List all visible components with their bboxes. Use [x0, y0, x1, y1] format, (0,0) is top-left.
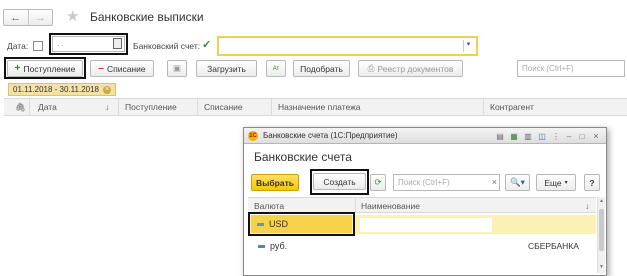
scrollbar-thumb[interactable] — [599, 209, 604, 251]
page-title: Банковские выписки — [90, 10, 204, 24]
bank-accounts-dialog: 1С Банковские счета (1С:Предприятие) ▤ ▦… — [243, 127, 607, 276]
bank-account-checkbox-checked-icon[interactable]: ✓ — [202, 38, 211, 51]
column-currency[interactable]: Валюта — [254, 201, 284, 211]
registry-button-label: Реестр документов — [377, 63, 454, 74]
column-counterparty[interactable]: Контрагент — [490, 102, 534, 112]
forward-button[interactable]: → — [27, 10, 53, 25]
bank-account-input[interactable]: ▾ — [217, 36, 478, 56]
currency-value: руб. — [270, 241, 288, 251]
scroll-up-icon[interactable]: ▲ — [599, 198, 604, 204]
name-cell — [360, 218, 492, 232]
plus-icon: + — [14, 63, 21, 74]
more-dots-icon[interactable]: ⋮ — [551, 131, 561, 141]
maximize-icon[interactable]: □ — [577, 131, 587, 141]
writeoff-button-label: Списание — [106, 63, 146, 74]
period-text: 01.11.2018 - 30.11.2018 — [13, 85, 99, 94]
favorite-star-icon[interactable]: ★ — [66, 7, 79, 25]
dialog-titlebar: 1С Банковские счета (1С:Предприятие) ▤ ▦… — [244, 128, 606, 144]
column-income[interactable]: Поступление — [125, 102, 177, 112]
copy-icon[interactable]: ▣ — [167, 60, 187, 77]
create-button[interactable]: Создать — [313, 173, 366, 190]
scrollbar[interactable]: ▲ ▼ — [597, 197, 605, 273]
app-logo-icon: 1С — [248, 131, 258, 141]
sort-arrow-icon[interactable]: ↓ — [105, 102, 109, 112]
help-button[interactable]: ? — [584, 174, 600, 191]
date-input[interactable]: . . — [52, 36, 125, 52]
name-cell: СБЕРБАНКА — [528, 241, 579, 251]
bank-account-label: Банковский счет: — [133, 41, 201, 51]
chevron-down-icon: ▾ — [564, 180, 568, 186]
printer-icon: ⎙ — [367, 63, 375, 73]
dialog-search-input[interactable]: Поиск (Ctrl+F) × — [393, 174, 500, 191]
calendar-icon[interactable] — [113, 38, 122, 49]
list-item[interactable]: руб. СБЕРБАНКА — [248, 236, 596, 255]
calculator-icon[interactable]: ▦ — [509, 131, 519, 141]
search-placeholder: Поиск (Ctrl+F) — [522, 64, 574, 73]
registry-button[interactable]: ⎙ Реестр документов — [358, 60, 463, 77]
back-button[interactable]: ← — [4, 10, 28, 25]
currency-cell-usd[interactable]: USD — [251, 215, 352, 233]
document-icon[interactable]: ▤ — [495, 131, 505, 141]
choose-button-label: Выбрать — [256, 177, 294, 188]
period-filter-badge[interactable]: 01.11.2018 - 30.11.2018 × — [8, 83, 116, 96]
attachment-icon[interactable]: 🖇 — [15, 102, 26, 113]
close-icon[interactable]: × — [591, 131, 601, 141]
search-icon[interactable]: 🔍▾ — [505, 174, 530, 191]
minus-icon: – — [98, 63, 104, 74]
select-button-label: Подобрать — [300, 63, 343, 74]
choose-button[interactable]: Выбрать — [251, 174, 299, 191]
item-marker-icon — [257, 222, 264, 226]
select-button[interactable]: Подобрать — [293, 60, 350, 77]
column-writeoff[interactable]: Списание — [204, 102, 243, 112]
more-button[interactable]: Еще ▾ — [536, 174, 576, 191]
clear-search-icon[interactable]: × — [492, 177, 497, 187]
more-button-label: Еще — [544, 177, 562, 188]
exchange-icon[interactable]: Ат — [266, 60, 286, 77]
income-button[interactable]: + Поступление — [7, 60, 83, 77]
dialog-list-header: Валюта Наименование ↓ — [248, 197, 596, 213]
navigation-buttons: ← → — [3, 9, 53, 26]
dialog-window-title: Банковские счета (1С:Предприятие) — [263, 131, 398, 140]
clear-period-icon[interactable]: × — [103, 85, 111, 94]
calendar-icon[interactable]: ▥ — [523, 131, 533, 141]
writeoff-button[interactable]: – Списание — [90, 60, 154, 77]
date-checkbox[interactable] — [33, 41, 43, 51]
refresh-icon[interactable]: ⟳ — [370, 174, 386, 191]
date-input-value: . . — [57, 39, 64, 48]
minimize-icon[interactable]: – — [564, 131, 574, 141]
date-label: Дата: — [7, 41, 29, 51]
dropdown-arrow-icon[interactable]: ▾ — [463, 40, 473, 52]
dialog-search-placeholder: Поиск (Ctrl+F) — [398, 178, 450, 187]
column-purpose[interactable]: Назначение платежа — [278, 102, 361, 112]
load-button-label: Загрузить — [207, 63, 246, 74]
item-marker-icon — [258, 244, 265, 248]
income-button-label: Поступление — [23, 63, 76, 74]
currency-value: USD — [269, 219, 289, 229]
search-input[interactable]: Поиск (Ctrl+F) — [517, 60, 625, 77]
scroll-down-icon[interactable]: ▼ — [599, 264, 604, 270]
load-button[interactable]: Загрузить — [196, 60, 257, 77]
sort-arrow-icon[interactable]: ↓ — [585, 201, 589, 211]
column-name[interactable]: Наименование — [361, 201, 420, 211]
create-button-label: Создать — [323, 176, 356, 187]
column-date[interactable]: Дата — [38, 102, 57, 112]
bookmark-icon[interactable]: ◫ — [537, 131, 547, 141]
dialog-heading: Банковские счета — [254, 150, 352, 164]
